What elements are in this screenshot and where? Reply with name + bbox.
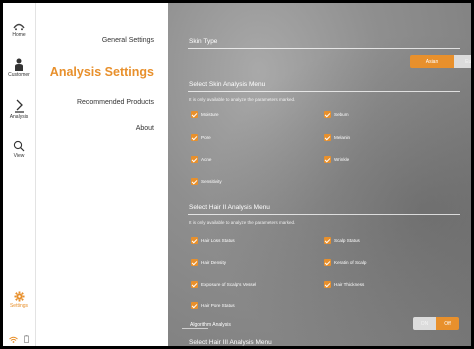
checkmark-icon bbox=[191, 259, 198, 266]
nav-settings-label: Settings bbox=[9, 303, 29, 309]
status-bar bbox=[3, 330, 35, 346]
checkbox-scalp-status[interactable]: Scalp Status bbox=[324, 237, 360, 244]
checkbox-sensitivity[interactable]: Sensitivity bbox=[191, 178, 222, 185]
checkmark-icon bbox=[191, 281, 198, 288]
algorithm-on[interactable]: ON bbox=[413, 317, 436, 330]
magnifier-icon bbox=[13, 140, 25, 152]
nav-settings[interactable]: Settings bbox=[3, 291, 35, 309]
main-nav: Home Customer Analysis View Settings bbox=[3, 3, 36, 346]
menu-recommended-products[interactable]: Recommended Products bbox=[77, 99, 154, 106]
checkbox-pore[interactable]: Pore bbox=[191, 134, 211, 141]
checkmark-icon bbox=[324, 111, 331, 118]
menu-analysis-settings[interactable]: Analysis Settings bbox=[50, 65, 154, 79]
app-screen: Home Customer Analysis View Settings Gen… bbox=[3, 3, 471, 346]
checkmark-icon bbox=[191, 134, 198, 141]
checkbox-hair-thickness[interactable]: Hair Thickness bbox=[324, 281, 364, 288]
menu-general-settings[interactable]: General Settings bbox=[102, 37, 154, 44]
checkmark-icon bbox=[191, 302, 198, 309]
nav-view[interactable]: View bbox=[3, 140, 35, 159]
checkbox-moisture[interactable]: Moisture bbox=[191, 111, 219, 118]
checkbox-melanin[interactable]: Melanin bbox=[324, 134, 350, 141]
checkmark-icon bbox=[191, 178, 198, 185]
checkmark-icon bbox=[191, 111, 198, 118]
divider bbox=[188, 214, 460, 215]
nav-home-label: Home bbox=[12, 32, 26, 38]
algorithm-off[interactable]: Off bbox=[436, 317, 459, 330]
checkmark-icon bbox=[191, 156, 198, 163]
nav-analysis[interactable]: Analysis bbox=[3, 99, 35, 120]
skin-type-toggle: Asian European bbox=[410, 55, 471, 68]
skin-menu-note: It is only available to analyze the para… bbox=[189, 97, 296, 102]
checkbox-hair-pore-status[interactable]: Hair Pore Status bbox=[191, 302, 235, 309]
checkmark-icon bbox=[191, 237, 198, 244]
checkbox-hair-loss-status[interactable]: Hair Loss Status bbox=[191, 237, 235, 244]
hair2-menu-note: It is only available to analyze the para… bbox=[189, 220, 296, 225]
divider bbox=[188, 48, 460, 49]
skin-type-asian[interactable]: Asian bbox=[410, 55, 454, 68]
settings-menu: General Settings Analysis Settings Recom… bbox=[36, 3, 168, 346]
nav-home[interactable]: Home bbox=[3, 21, 35, 38]
gear-icon bbox=[13, 291, 25, 302]
hair3-menu-title: Select Hair III Analysis Menu bbox=[189, 339, 272, 346]
algorithm-toggle: ON Off bbox=[413, 317, 459, 330]
checkbox-sebum[interactable]: Sebum bbox=[324, 111, 349, 118]
checkbox-keratin-of-scalp[interactable]: Keratin of Scalp bbox=[324, 259, 366, 266]
wifi-icon bbox=[8, 336, 18, 343]
hair2-menu-title: Select Hair II Analysis Menu bbox=[189, 204, 270, 211]
analysis-icon bbox=[14, 99, 24, 113]
analysis-settings-panel: Skin Type Asian European Select Skin Ana… bbox=[168, 3, 471, 346]
battery-icon bbox=[24, 335, 30, 343]
nav-view-label: View bbox=[13, 153, 25, 159]
device-frame: Home Customer Analysis View Settings Gen… bbox=[0, 0, 474, 349]
nav-customer-label: Customer bbox=[8, 72, 30, 78]
checkmark-icon bbox=[324, 237, 331, 244]
menu-about[interactable]: About bbox=[136, 125, 154, 132]
home-icon bbox=[13, 23, 25, 31]
person-icon bbox=[15, 58, 23, 71]
checkbox-wrinkle[interactable]: Wrinkle bbox=[324, 156, 349, 163]
nav-analysis-label: Analysis bbox=[9, 114, 29, 120]
divider bbox=[188, 91, 460, 92]
checkbox-acne[interactable]: Acne bbox=[191, 156, 211, 163]
checkbox-scalp-vessel-exposure[interactable]: Exposure of Scalp's Vessel bbox=[191, 281, 256, 288]
divider bbox=[182, 328, 208, 329]
checkmark-icon bbox=[324, 134, 331, 141]
skin-type-european[interactable]: European bbox=[454, 55, 471, 68]
checkbox-hair-density[interactable]: Hair Density bbox=[191, 259, 226, 266]
checkmark-icon bbox=[324, 281, 331, 288]
nav-customer[interactable]: Customer bbox=[3, 58, 35, 78]
skin-type-title: Skin Type bbox=[189, 38, 218, 45]
checkmark-icon bbox=[324, 259, 331, 266]
skin-menu-title: Select Skin Analysis Menu bbox=[189, 81, 266, 88]
checkmark-icon bbox=[324, 156, 331, 163]
